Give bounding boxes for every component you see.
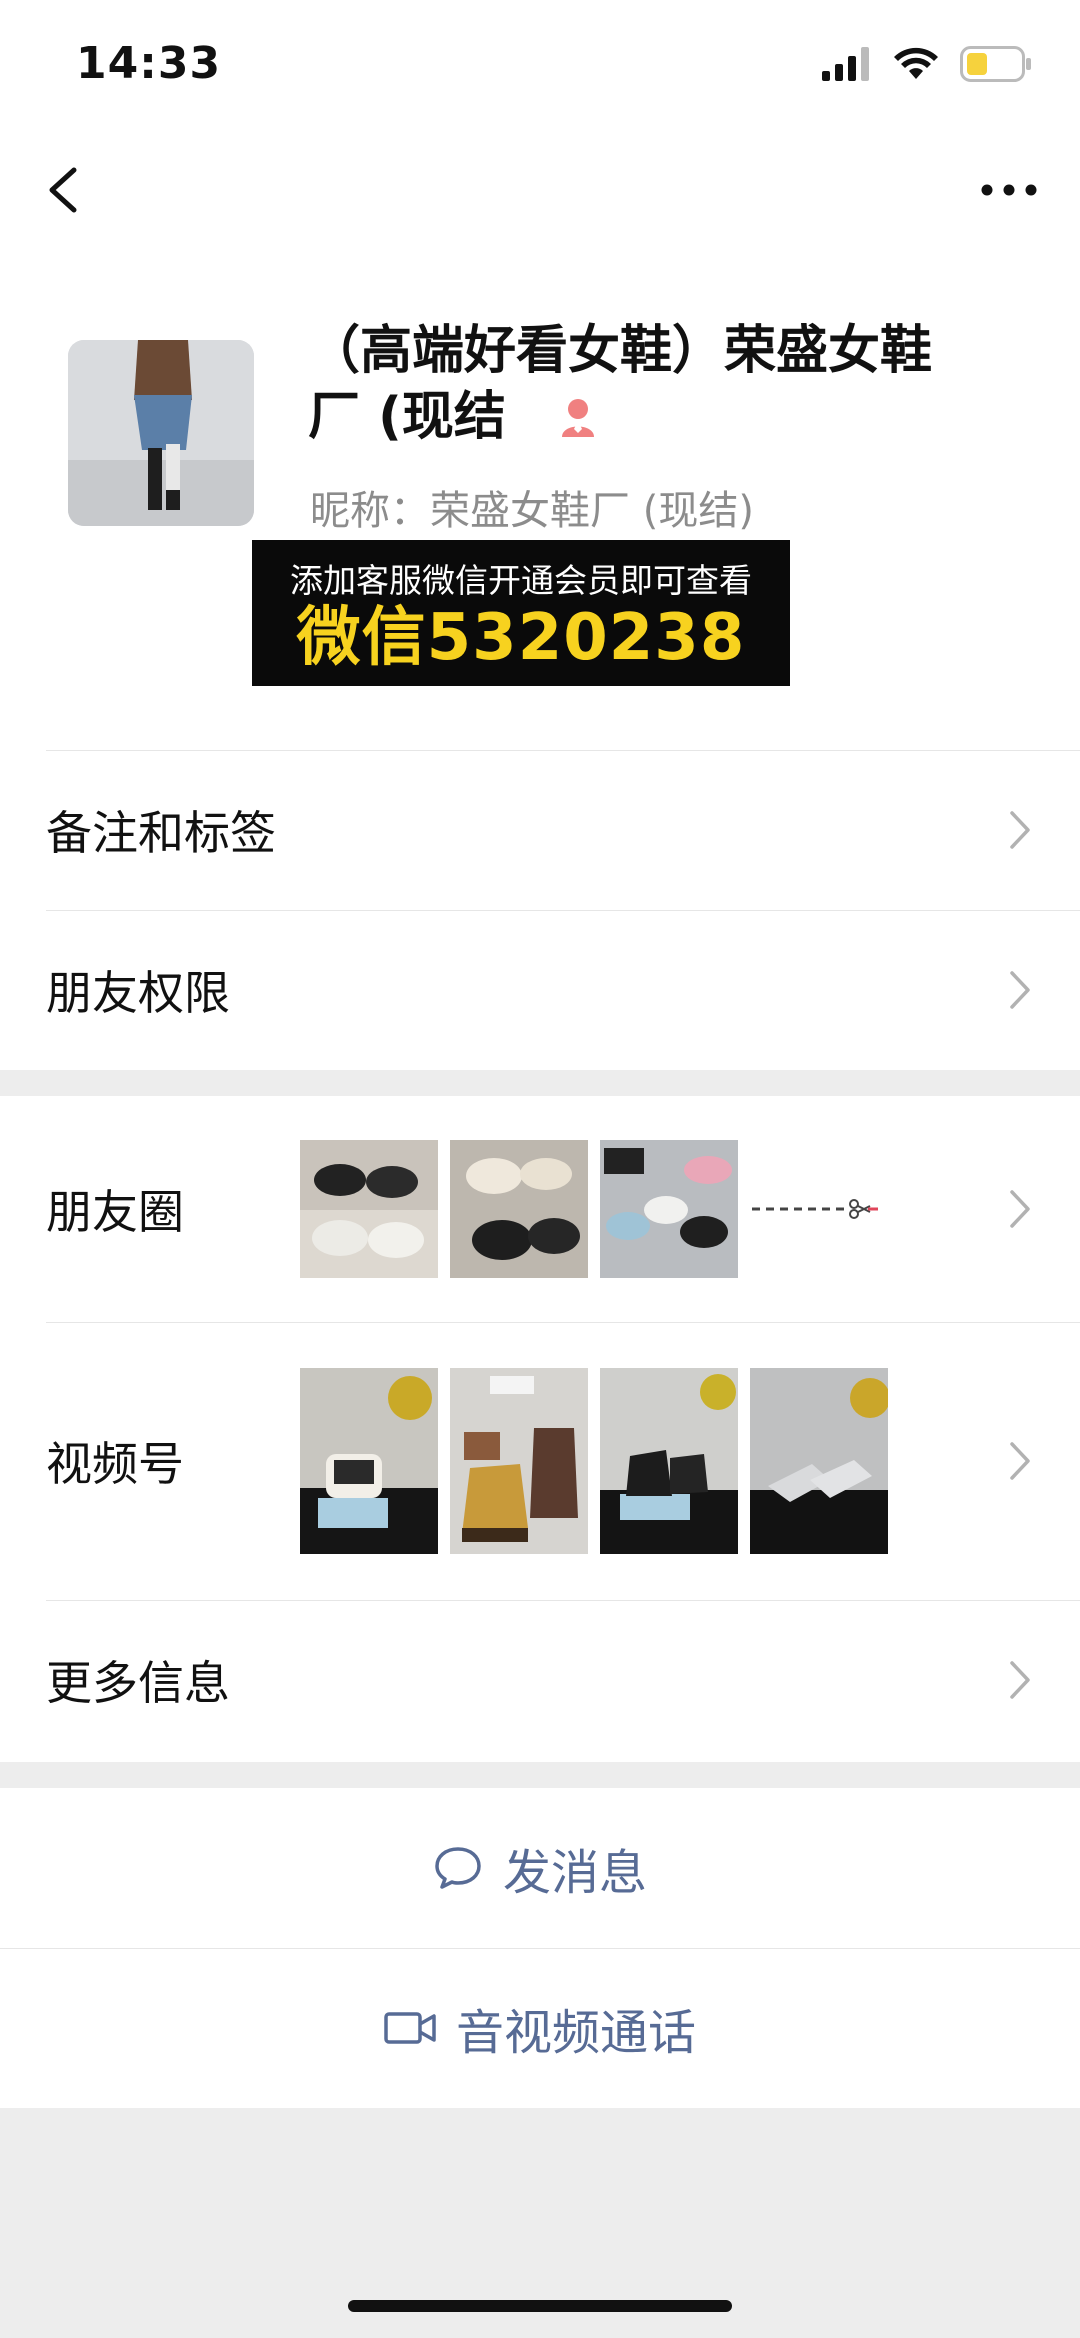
moments-row[interactable]: 朋友圈 <box>0 1096 1080 1322</box>
profile-name-line1: （高端好看女鞋）荣盛女鞋 <box>308 321 933 381</box>
avatar[interactable] <box>68 340 254 526</box>
status-time: 14:33 <box>76 38 222 89</box>
moments-label: 朋友圈 <box>46 1185 184 1239</box>
back-button[interactable] <box>38 158 98 222</box>
remarks-tags-row[interactable]: 备注和标签 <box>0 750 1080 910</box>
moments-photo <box>450 1140 588 1278</box>
send-message-button[interactable]: 发消息 <box>0 1833 1080 1903</box>
channels-video <box>600 1368 738 1554</box>
status-bar: 14:33 <box>0 0 1080 130</box>
moments-photo <box>600 1140 738 1278</box>
signal-icon <box>822 47 869 81</box>
contact-profile-screen: 14:33 （高端好看女鞋）荣盛女鞋 厂 (现结 昵称：荣盛女鞋厂 (现结) 添… <box>0 0 1080 2338</box>
send-message-label: 发消息 <box>502 1845 647 1901</box>
remarks-tags-label: 备注和标签 <box>46 806 276 860</box>
chevron-right-icon <box>1010 811 1030 849</box>
promo-banner: 添加客服微信开通会员即可查看 微信5320238 <box>252 540 790 686</box>
settings-section: 备注和标签 朋友权限 <box>0 750 1080 1070</box>
moments-photo <box>300 1140 438 1278</box>
profile-nickname: 昵称：荣盛女鞋厂 (现结) <box>310 488 754 534</box>
profile-header: （高端好看女鞋）荣盛女鞋 厂 (现结 昵称：荣盛女鞋厂 (现结) 添加客服微信开… <box>0 250 1080 750</box>
chevron-right-icon <box>1010 1190 1030 1228</box>
home-indicator <box>348 2300 732 2312</box>
gender-female-icon <box>561 399 594 437</box>
wifi-icon <box>894 47 938 79</box>
video-call-row[interactable]: 音视频通话 <box>0 1948 1080 2108</box>
profile-name: （高端好看女鞋）荣盛女鞋 厂 (现结 <box>308 318 1028 450</box>
more-info-label: 更多信息 <box>46 1656 230 1710</box>
video-camera-icon <box>384 2012 436 2044</box>
promo-text: 添加客服微信开通会员即可查看 <box>290 561 752 600</box>
video-call-label: 音视频通话 <box>455 2005 696 2061</box>
scissors-mark-icon <box>752 1199 878 1219</box>
video-call-button[interactable]: 音视频通话 <box>0 1993 1080 2063</box>
channels-label: 视频号 <box>46 1437 184 1491</box>
send-message-row[interactable]: 发消息 <box>0 1788 1080 1948</box>
profile-name-line2: 厂 (现结 <box>308 387 506 447</box>
chevron-right-icon <box>1010 1661 1030 1699</box>
more-info-row[interactable]: 更多信息 <box>0 1600 1080 1760</box>
chevron-right-icon <box>1010 1442 1030 1480</box>
channels-video <box>300 1368 438 1554</box>
chevron-right-icon <box>1010 971 1030 1009</box>
actions-section: 发消息 音视频通话 <box>0 1788 1080 2108</box>
content-section: 朋友圈 视频号 更多信息 <box>0 1096 1080 1762</box>
channels-row[interactable]: 视频号 <box>0 1322 1080 1600</box>
channels-thumbnails <box>300 1368 888 1554</box>
promo-wechat-id: 微信5320238 <box>296 601 746 675</box>
more-options-button[interactable] <box>974 160 1044 220</box>
channels-video <box>450 1368 588 1554</box>
friend-permissions-label: 朋友权限 <box>46 966 230 1020</box>
moments-thumbnails <box>300 1140 880 1278</box>
chat-bubble-icon <box>435 1847 481 1889</box>
friend-permissions-row[interactable]: 朋友权限 <box>0 910 1080 1070</box>
nav-bar <box>0 130 1080 250</box>
battery-icon <box>960 46 1031 82</box>
status-icons <box>822 44 1032 84</box>
channels-video <box>750 1368 888 1554</box>
